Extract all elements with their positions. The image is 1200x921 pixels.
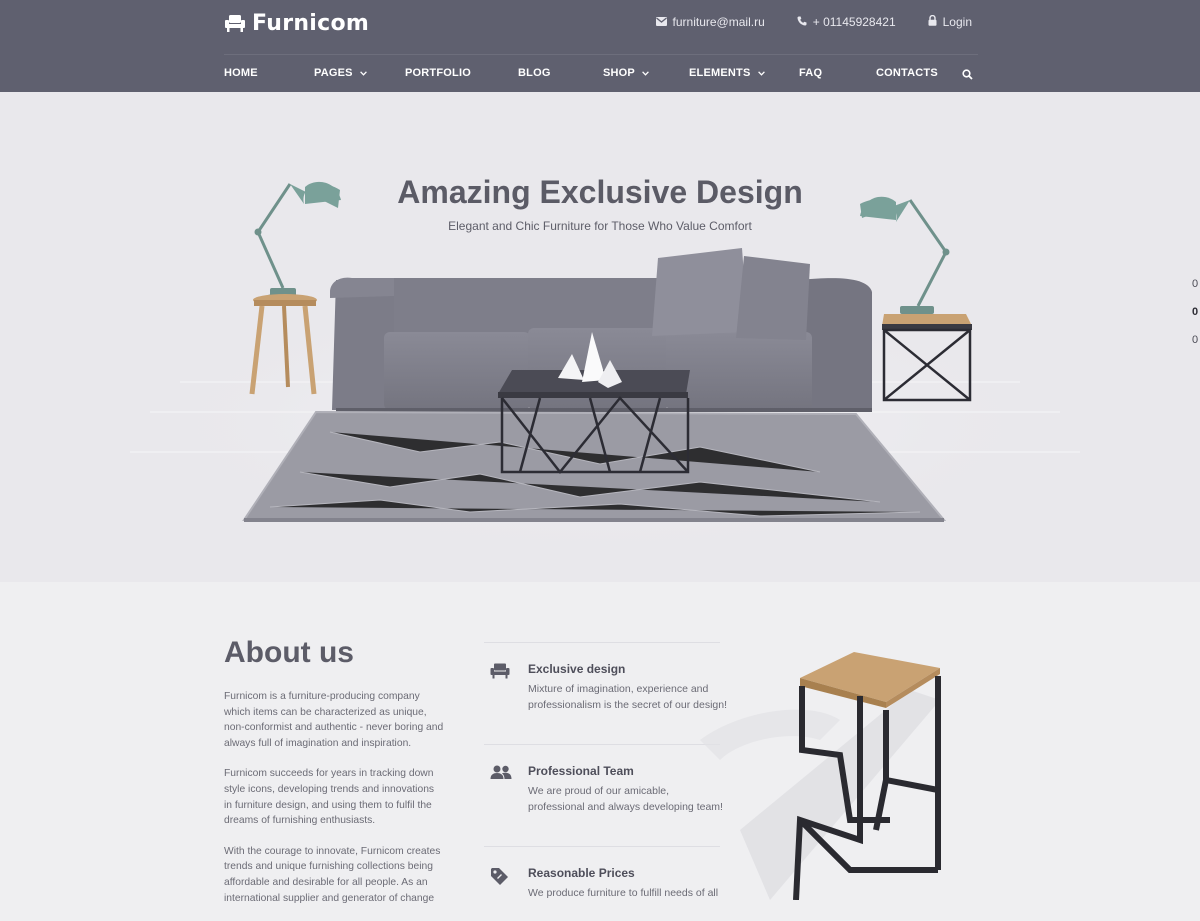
- about-title: About us: [224, 636, 354, 669]
- login-text: Login: [942, 15, 972, 29]
- email-link[interactable]: furniture@mail.ru: [655, 15, 765, 29]
- nav-item-elements[interactable]: ELEMENTS: [689, 62, 765, 84]
- feature-item: Exclusive design Mixture of imagination,…: [484, 642, 727, 711]
- logo[interactable]: Furnicom: [224, 8, 369, 38]
- armchair-icon: [490, 663, 510, 684]
- armchair-icon: [224, 14, 246, 32]
- nav-label: ELEMENTS: [689, 67, 751, 79]
- search-icon[interactable]: [962, 67, 973, 85]
- feature-title: Exclusive design: [528, 662, 626, 676]
- phone-link[interactable]: + 01145928421: [797, 15, 896, 29]
- email-text: furniture@mail.ru: [672, 15, 765, 29]
- chevron-down-icon: [353, 67, 367, 79]
- main-nav: HOME PAGES PORTFOLIO BLOG SHOP ELEMENTS …: [224, 62, 978, 84]
- top-info-bar: furniture@mail.ru + 01145928421 Login: [624, 14, 972, 29]
- about-text: Furnicom is a furniture-producing compan…: [224, 689, 444, 921]
- lock-icon: [928, 14, 943, 29]
- price-tag-icon: [490, 867, 510, 892]
- feature-description: Mixture of imagination, experience and p…: [528, 683, 728, 711]
- mail-icon: [655, 15, 673, 29]
- nav-label: PAGES: [314, 67, 353, 79]
- nav-item-faq[interactable]: FAQ: [799, 62, 822, 84]
- bar-stool-image: [700, 652, 941, 900]
- hero-title: Amazing Exclusive Design: [397, 174, 803, 210]
- feature-description: We are proud of our amicable, profession…: [528, 785, 723, 813]
- about-paragraph: Furnicom is a furniture-producing compan…: [224, 691, 444, 749]
- phone-icon: [797, 15, 813, 29]
- nav-item-portfolio[interactable]: PORTFOLIO: [405, 62, 471, 84]
- feature-description: We produce furniture to fulfill needs of…: [528, 887, 719, 899]
- team-icon: [490, 765, 512, 784]
- chevron-down-icon: [635, 67, 649, 79]
- hero-subtitle: Elegant and Chic Furniture for Those Who…: [448, 219, 752, 233]
- site-header: Furnicom furniture@mail.ru + 01145928421…: [0, 0, 1200, 92]
- living-room-illustration: [130, 181, 1080, 562]
- nav-item-contacts[interactable]: CONTACTS: [876, 62, 938, 84]
- header-divider: [224, 54, 978, 55]
- nav-label: BLOG: [518, 67, 551, 79]
- about-paragraph: Furnicom succeeds for years in tracking …: [224, 768, 435, 827]
- nav-item-pages[interactable]: PAGES: [314, 62, 367, 84]
- about-paragraph: With the courage to innovate, Furnicom c…: [224, 845, 441, 904]
- slider-dot[interactable]: 0: [1192, 277, 1200, 305]
- phone-text: + 01145928421: [812, 15, 896, 29]
- feature-item: Reasonable Prices We produce furniture t…: [484, 846, 720, 899]
- feature-title: Professional Team: [528, 764, 634, 778]
- nav-label: SHOP: [603, 67, 635, 79]
- hero-banner: Amazing Exclusive Design Elegant and Chi…: [0, 92, 1200, 582]
- brand-name: Furnicom: [252, 10, 370, 36]
- nav-label: PORTFOLIO: [405, 67, 471, 79]
- nav-label: HOME: [224, 67, 258, 79]
- nav-label: CONTACTS: [876, 67, 938, 79]
- nav-item-shop[interactable]: SHOP: [603, 62, 649, 84]
- slider-dot-active[interactable]: 0: [1192, 305, 1200, 333]
- nav-item-home[interactable]: HOME: [224, 62, 258, 84]
- nav-item-blog[interactable]: BLOG: [518, 62, 551, 84]
- chevron-down-icon: [751, 67, 765, 79]
- right-lamp: [860, 196, 950, 314]
- nav-label: FAQ: [799, 67, 823, 79]
- slider-dot[interactable]: 0: [1192, 333, 1200, 361]
- feature-item: Professional Team We are proud of our am…: [484, 744, 723, 813]
- feature-title: Reasonable Prices: [528, 866, 635, 880]
- slider-pagination: 0 0 0: [1192, 277, 1200, 361]
- login-link[interactable]: Login: [928, 14, 972, 29]
